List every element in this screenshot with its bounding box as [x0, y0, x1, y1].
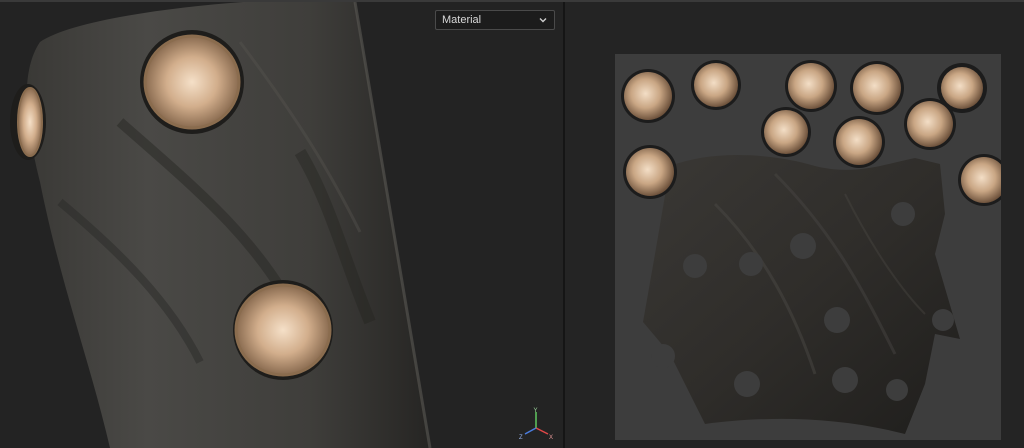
- axis-x-label: X: [549, 435, 553, 441]
- axis-y-label: Y: [534, 408, 538, 414]
- uv-texture-canvas[interactable]: [615, 54, 1010, 440]
- axis-gizmo-icon[interactable]: Y X Z: [518, 406, 554, 442]
- rivet-bottom: [233, 280, 333, 380]
- viewport-3d[interactable]: Material Y X Z: [0, 2, 563, 448]
- uv-texture-map: [621, 60, 1010, 434]
- bracer-3d-model: [10, 2, 432, 448]
- rivet-top: [140, 30, 244, 134]
- chevron-down-icon: [539, 18, 547, 23]
- uv-leather-island: [643, 155, 960, 434]
- rivet-edge: [10, 84, 46, 160]
- view-mode-dropdown[interactable]: Material: [435, 10, 555, 30]
- axis-z-label: Z: [519, 435, 523, 441]
- view-mode-value: Material: [442, 14, 482, 26]
- viewport-2d[interactable]: [565, 2, 1024, 448]
